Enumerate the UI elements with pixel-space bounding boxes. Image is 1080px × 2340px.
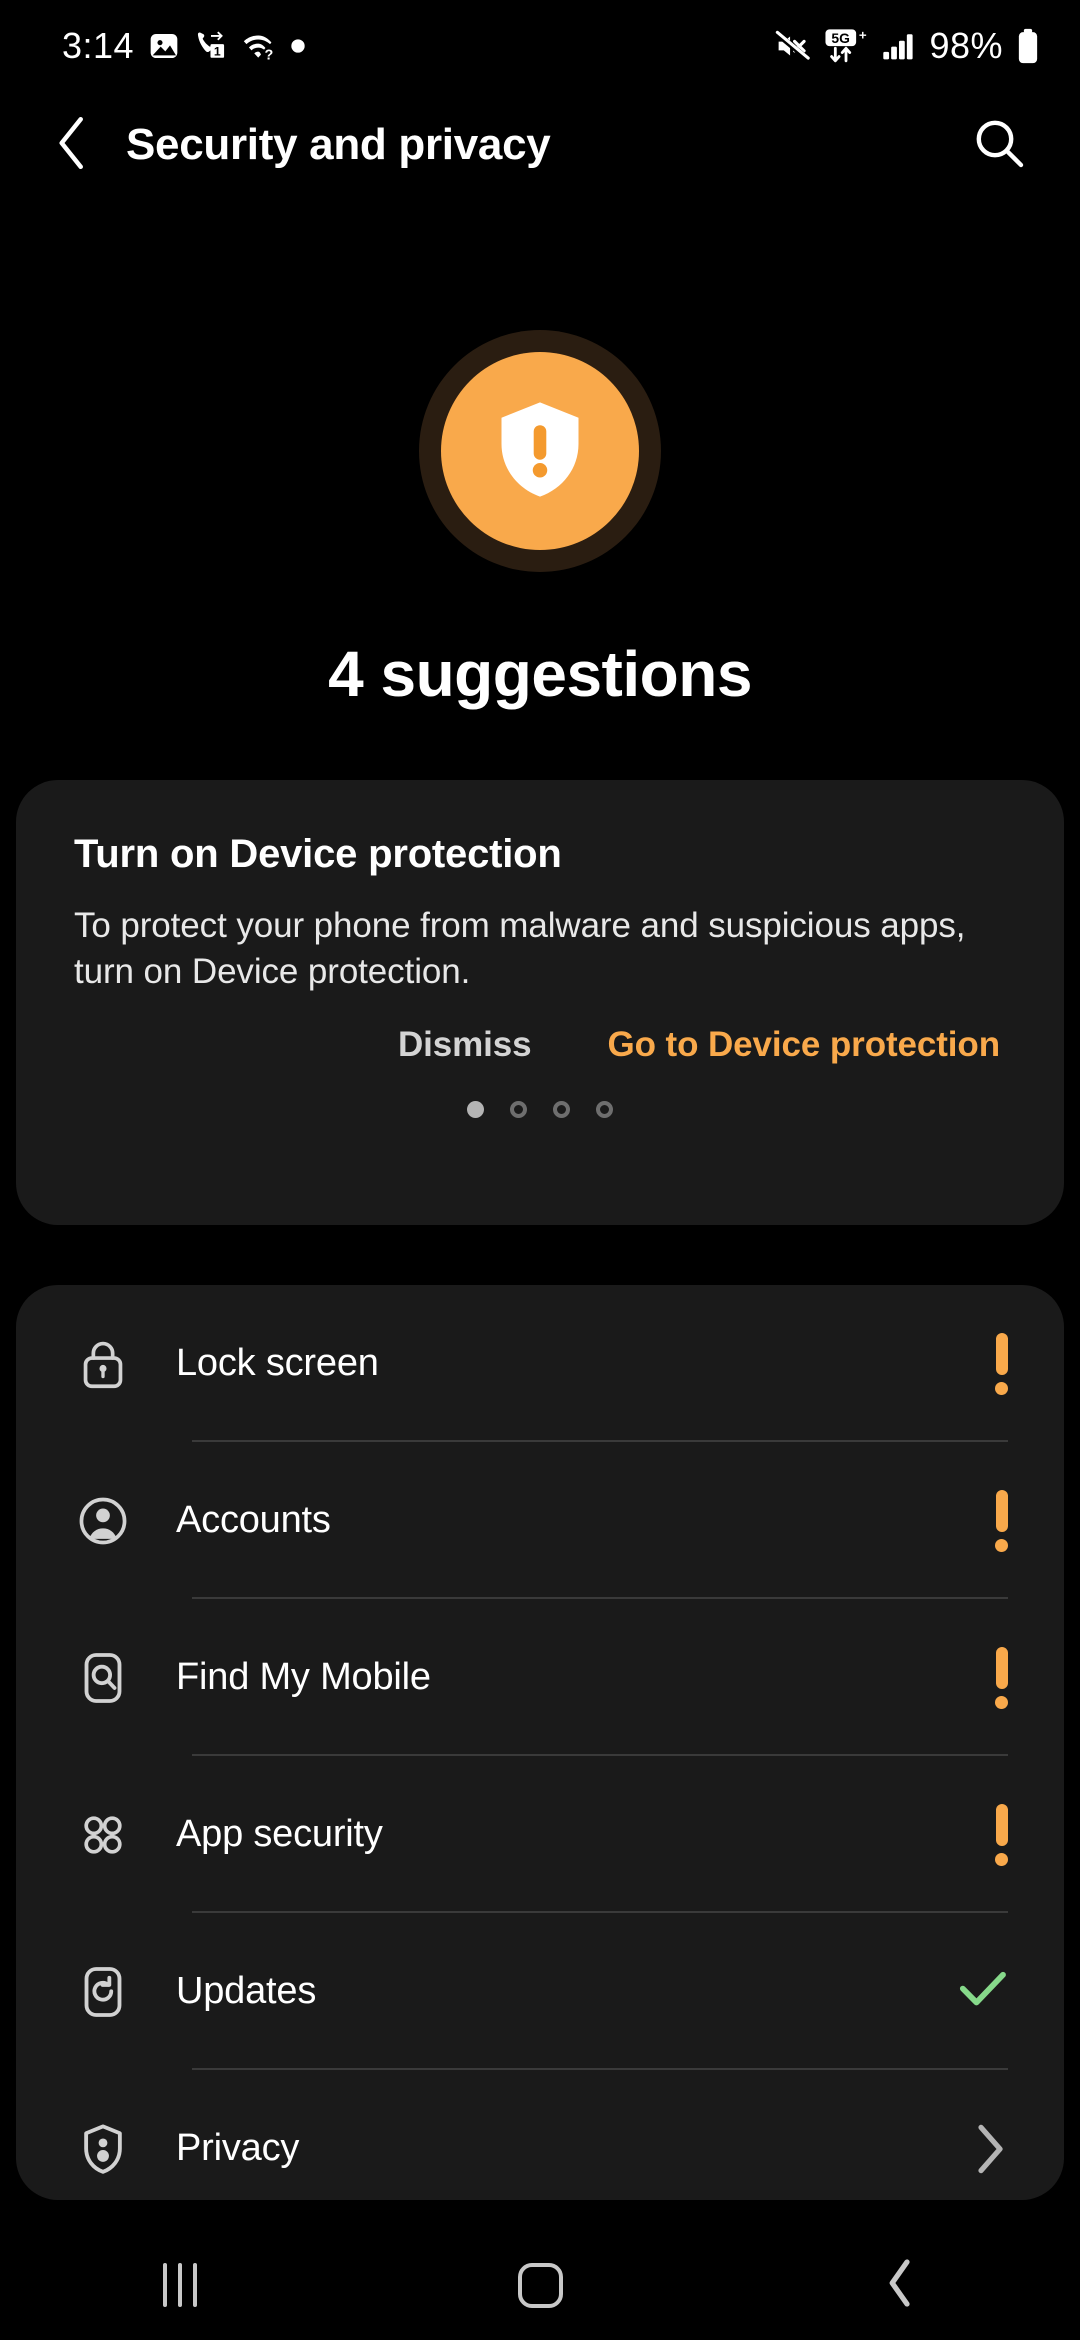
mute-icon [774, 30, 811, 62]
list-item-label: Updates [176, 1970, 317, 2012]
suggestion-title: Turn on Device protection [74, 832, 562, 876]
battery-percent-label: 98% [929, 25, 1003, 66]
network-suffix-label: + [859, 28, 867, 42]
status-badge [948, 1803, 1008, 1866]
status-bar-clock: 3:14 [62, 25, 135, 66]
call-forwarding-sim1-icon: 1 [194, 29, 228, 63]
page-title: Security and privacy [126, 120, 551, 169]
list-item-label: Find My Mobile [176, 1656, 431, 1698]
status-bar-right: 5G + 98% [774, 25, 1040, 67]
dismiss-button[interactable]: Dismiss [398, 1025, 532, 1065]
exclamation-icon [995, 1489, 1008, 1552]
home-button[interactable] [450, 2230, 630, 2340]
dot-icon [290, 38, 306, 54]
network-type-label: 5G [832, 30, 851, 46]
svg-text:1: 1 [214, 44, 221, 58]
chevron-right-icon [948, 2123, 1008, 2175]
home-icon [517, 2262, 563, 2308]
list-item-accounts[interactable]: Accounts [16, 1442, 1064, 1599]
signal-bars-icon [882, 31, 916, 61]
pager-dot-2[interactable] [510, 1101, 527, 1119]
list-item-privacy[interactable]: Privacy [16, 2070, 1064, 2200]
list-item-updates[interactable]: Updates [16, 1913, 1064, 2070]
pager-dot-3[interactable] [553, 1101, 570, 1119]
security-status-hero: 4 suggestions [0, 330, 1080, 711]
list-item-label: App security [176, 1813, 383, 1855]
back-nav-button[interactable] [810, 2230, 990, 2340]
suggestion-description: To protect your phone from malware and s… [74, 906, 966, 992]
status-icon-circle [441, 352, 639, 550]
status-icon-ring [419, 330, 661, 572]
list-item-label: Lock screen [176, 1342, 379, 1384]
recents-button[interactable] [90, 2230, 270, 2340]
account-circle-icon [72, 1495, 134, 1547]
go-to-device-protection-button[interactable]: Go to Device protection [608, 1025, 1001, 1065]
apps-grid-icon [72, 1811, 134, 1859]
suggestion-card[interactable]: Turn on Device protection To protect you… [16, 780, 1064, 1225]
lock-icon [72, 1338, 134, 1390]
5g-plus-data-icon: 5G + [823, 28, 869, 64]
svg-text:?: ? [265, 48, 274, 62]
suggestion-count-title: 4 suggestions [328, 638, 752, 710]
app-bar: Security and privacy [0, 100, 1080, 190]
phone-refresh-icon [72, 1965, 134, 2019]
check-icon [958, 1969, 1008, 2014]
wifi-question-icon: ? [242, 30, 276, 62]
navigation-bar [0, 2230, 1080, 2340]
search-button[interactable] [954, 100, 1044, 190]
back-icon [885, 2258, 915, 2313]
exclamation-icon [995, 1332, 1008, 1395]
list-item-lock-screen[interactable]: Lock screen [16, 1285, 1064, 1442]
list-item-app-security[interactable]: App security [16, 1756, 1064, 1913]
search-icon [973, 117, 1025, 174]
back-button[interactable] [24, 100, 120, 190]
list-item-label: Accounts [176, 1499, 331, 1541]
status-bar-left: 3:14 1 ? [62, 25, 306, 67]
battery-icon [1016, 28, 1040, 64]
list-item-find-my-mobile[interactable]: Find My Mobile [16, 1599, 1064, 1756]
phone-search-icon [72, 1651, 134, 1705]
phone-screen: 3:14 1 ? 5G + 98% Security and privacy 4… [0, 0, 1080, 2340]
shield-exclamation-icon [484, 393, 596, 510]
image-icon [148, 30, 180, 62]
exclamation-icon [995, 1646, 1008, 1709]
status-badge [948, 1489, 1008, 1552]
recents-icon [163, 2263, 197, 2307]
chevron-left-icon [50, 116, 94, 175]
status-badge [948, 1969, 1008, 2014]
suggestion-pager[interactable] [74, 1101, 1006, 1119]
settings-list: Lock screen Accounts Find My Mobile App … [16, 1285, 1064, 2200]
suggestion-actions: Dismiss Go to Device protection [74, 1025, 1006, 1065]
list-item-label: Privacy [176, 2127, 300, 2169]
pager-dot-4[interactable] [596, 1101, 613, 1119]
status-badge [948, 1332, 1008, 1395]
exclamation-icon [995, 1803, 1008, 1866]
pager-dot-1[interactable] [467, 1101, 484, 1119]
status-bar: 3:14 1 ? 5G + 98% [0, 0, 1080, 92]
shield-person-icon [72, 2122, 134, 2176]
status-badge [948, 1646, 1008, 1709]
